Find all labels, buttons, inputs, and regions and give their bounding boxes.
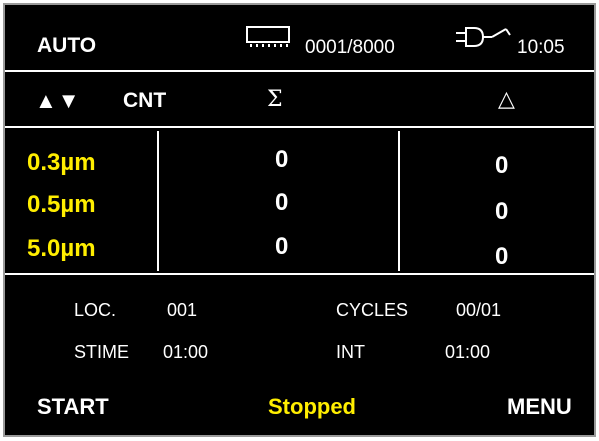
clock-time: 10:05 <box>517 37 565 58</box>
delta-column-header: △ <box>498 87 515 112</box>
divider <box>5 126 594 128</box>
row-delta-value: 0 <box>495 198 509 225</box>
memory-chip-icon <box>245 25 291 47</box>
row-size-label: 0.5µm <box>27 191 96 218</box>
cycles-value: 00/01 <box>456 300 502 320</box>
mode-label: AUTO <box>37 34 97 57</box>
divider <box>5 70 594 72</box>
loc-value: 001 <box>167 300 198 320</box>
stime-value: 01:00 <box>163 342 209 362</box>
cycles-label: CYCLES <box>336 300 409 320</box>
sum-column-header: Σ <box>267 87 283 112</box>
divider <box>5 273 594 275</box>
row-delta-value: 0 <box>495 243 509 270</box>
row-sum-value: 0 <box>275 233 289 260</box>
memory-counter: 0001/8000 <box>305 37 395 58</box>
column-separator <box>398 131 400 271</box>
loc-label: LOC. <box>74 300 117 320</box>
stime-label: STIME <box>74 342 130 362</box>
power-plug-icon <box>454 25 512 51</box>
int-label: INT <box>336 342 365 362</box>
row-size-label: 0.3µm <box>27 149 96 176</box>
menu-button[interactable]: MENU <box>507 396 572 418</box>
run-status: Stopped <box>268 394 356 419</box>
row-sum-value: 0 <box>275 146 289 173</box>
start-button[interactable]: START <box>37 396 109 418</box>
row-size-label: 5.0µm <box>27 235 96 262</box>
particle-counter-screen: AUTO 0001/8000 10:05 ▲▼ CNT Σ △ 0.3µm 0 … <box>3 3 596 437</box>
count-mode-label: CNT <box>123 89 167 112</box>
sort-arrows-button[interactable]: ▲▼ <box>35 90 81 112</box>
int-value: 01:00 <box>445 342 491 362</box>
column-separator <box>157 131 159 271</box>
row-delta-value: 0 <box>495 152 509 179</box>
row-sum-value: 0 <box>275 189 289 216</box>
